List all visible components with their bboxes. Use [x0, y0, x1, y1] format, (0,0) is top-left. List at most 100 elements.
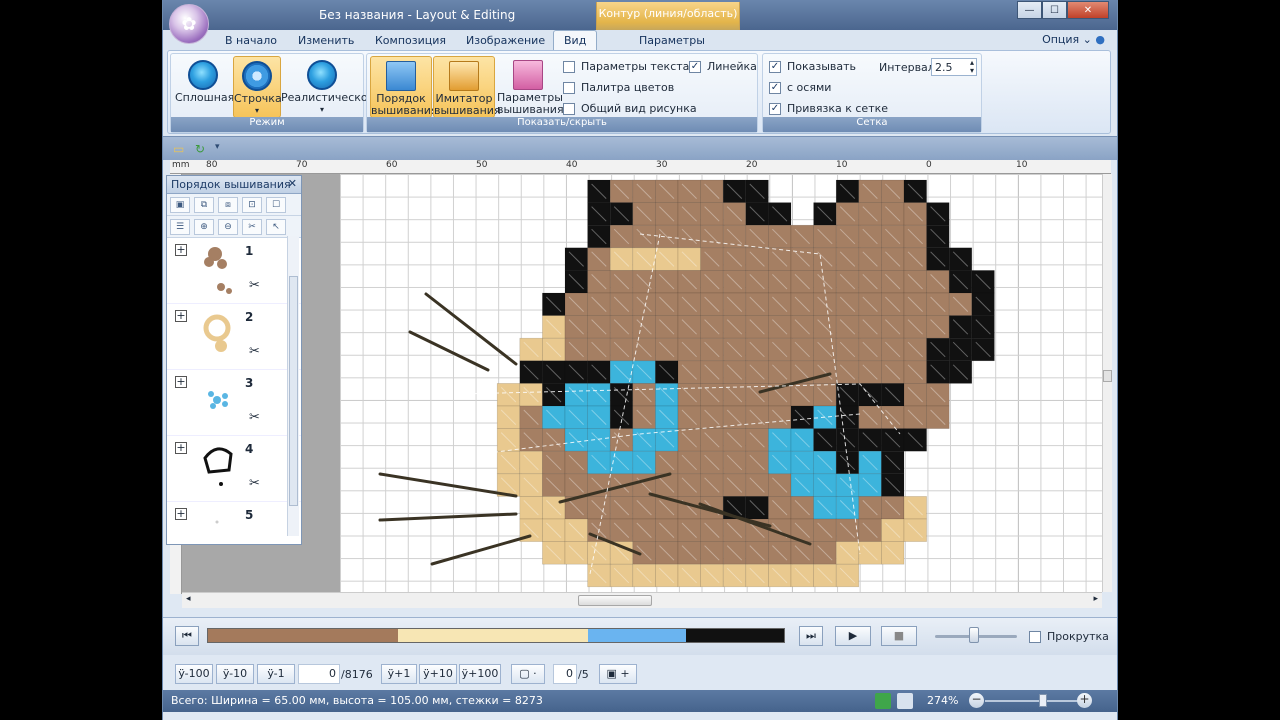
ruler-checkbox[interactable]: ✓ Линейка [689, 60, 757, 73]
snap-to-grid-checkbox[interactable]: ✓ Привязка к сетке [769, 102, 888, 115]
ruler-label: 60 [386, 160, 398, 170]
vertical-scroll-thumb[interactable] [1103, 370, 1112, 382]
app-menu-button[interactable]: ✿ [169, 4, 209, 44]
next-object-button[interactable]: ▣ + [599, 664, 637, 684]
close-icon[interactable]: ✕ [288, 177, 297, 190]
stitch-params-button[interactable]: Параметры вышивания [497, 56, 564, 118]
list-item[interactable]: + 1 ✂ [167, 238, 301, 304]
expand-icon[interactable]: + [175, 244, 187, 256]
maximize-button[interactable]: ☐ [1042, 1, 1067, 19]
close-button[interactable]: ✕ [1067, 1, 1109, 19]
tab-edit[interactable]: Изменить [298, 34, 354, 47]
grid-area[interactable] [340, 174, 1102, 592]
list-item[interactable]: + 2 ✂ [167, 304, 301, 370]
overview-checkbox[interactable]: Общий вид рисунка [563, 102, 697, 115]
pointer-icon[interactable]: ↖ [266, 218, 286, 235]
dropdown-arrow-icon: ▾ [254, 106, 259, 115]
text-params-checkbox[interactable]: Параметры текста [563, 60, 689, 73]
color-palette-checkbox[interactable]: Палитра цветов [563, 81, 674, 94]
stitch-progress-bar[interactable] [207, 628, 785, 643]
options-menu[interactable]: Опция ⌄ ● [1042, 33, 1105, 46]
interval-value: 2.5 [935, 61, 953, 74]
prev-object-button[interactable]: ▢ · [511, 664, 545, 684]
stitch-index-field[interactable]: 0 [298, 664, 340, 684]
grid-show-checkbox[interactable]: ✓ Показывать [769, 60, 856, 73]
group-grid: ✓ Показывать ✓ с осями ✓ Привязка к сетке И… [762, 53, 982, 133]
object-index-field[interactable]: 0 [553, 664, 577, 684]
scroll-left-icon[interactable]: ◂ [186, 594, 191, 604]
grid-show-label: Показывать [787, 60, 857, 73]
forward-100-button[interactable]: ÿ+100 [459, 664, 501, 684]
tab-image[interactable]: Изображение [466, 34, 545, 47]
design-canvas[interactable] [182, 174, 1102, 592]
stop-icon[interactable]: ■ [881, 626, 917, 646]
tab-composition[interactable]: Композиция [375, 34, 446, 47]
vertical-scrollbar[interactable] [1102, 174, 1112, 592]
grid-axes-checkbox[interactable]: ✓ с осями [769, 81, 831, 94]
interval-spinner[interactable]: 2.5 ▴ ▾ [931, 58, 977, 76]
split-icon[interactable]: ⊖ [218, 218, 238, 235]
customize-toolbar-icon[interactable]: ▾ [215, 142, 220, 152]
back-100-button[interactable]: ÿ-100 [175, 664, 213, 684]
minimize-button[interactable]: — [1017, 1, 1042, 19]
ungroup-icon[interactable]: ⧈ [218, 196, 238, 213]
panel-toolbar-1: ▣ ⧉ ⧈ ⊡ ☐ [167, 194, 301, 216]
forward-10-label: +10 [429, 667, 453, 680]
context-tab-title[interactable]: Контур (линия/область) [596, 7, 740, 20]
back-10-button[interactable]: ÿ-10 [216, 664, 254, 684]
scroll-right-icon[interactable]: ▸ [1093, 594, 1098, 604]
tab-home[interactable]: В начало [225, 34, 277, 47]
scissors-icon[interactable]: ✂ [242, 218, 262, 235]
checkmark-icon: ✓ [769, 81, 781, 94]
list-item[interactable]: + 5 [167, 502, 301, 524]
order-icon[interactable]: ☰ [170, 218, 190, 235]
go-end-icon[interactable]: ⏭ [799, 626, 823, 646]
zoom-slider-track[interactable] [985, 700, 1081, 702]
mode-realistic-button[interactable]: Реалистическое ▾ [281, 56, 374, 118]
open-folder-icon[interactable]: ▭ [173, 142, 184, 156]
flower-icon: ✿ [181, 13, 197, 35]
scissors-icon: ✂ [249, 344, 260, 359]
speed-slider-knob[interactable] [969, 627, 979, 643]
green-status-icon[interactable] [875, 693, 891, 709]
back-1-button[interactable]: ÿ-1 [257, 664, 295, 684]
panel-scrollbar[interactable] [287, 236, 299, 536]
list-item[interactable]: + 3 ✂ [167, 370, 301, 436]
zoom-in-icon[interactable]: + [1077, 693, 1092, 708]
zoom-out-icon[interactable]: − [969, 693, 984, 708]
list-item[interactable]: + 4 ✂ [167, 436, 301, 502]
stitch-order-button[interactable]: Порядок вышивания [370, 56, 438, 118]
scroll-checkbox[interactable]: Прокрутка [1029, 630, 1109, 643]
expand-icon[interactable]: + [175, 376, 187, 388]
cat-embroidery[interactable] [340, 174, 1102, 592]
checkmark-icon: ✓ [769, 102, 781, 115]
stitch-simulator-button[interactable]: Имитатор вышивания [433, 56, 501, 118]
forward-1-button[interactable]: ÿ+1 [381, 664, 417, 684]
overview-label: Общий вид рисунка [581, 102, 697, 115]
play-icon[interactable]: ▶ [835, 626, 871, 646]
horizontal-scrollbar[interactable]: ◂ ▸ [182, 592, 1102, 608]
forward-10-button[interactable]: ÿ+10 [419, 664, 457, 684]
group-icon[interactable]: ⧉ [194, 196, 214, 213]
mode-solid-button[interactable]: Сплошная [175, 56, 234, 118]
go-start-icon[interactable]: ⏮ [175, 626, 199, 646]
tab-parameters[interactable]: Параметры [639, 34, 705, 47]
zoom-slider-knob[interactable] [1039, 694, 1047, 707]
stitch-params-icon [513, 60, 543, 90]
horizontal-scroll-thumb[interactable] [578, 595, 652, 606]
merge-icon[interactable]: ⊕ [194, 218, 214, 235]
mode-stitch-button[interactable]: Строчка ▾ [233, 56, 282, 118]
panel-scroll-thumb[interactable] [289, 276, 298, 506]
lock-icon[interactable]: ⊡ [242, 196, 262, 213]
page-icon[interactable] [897, 693, 913, 709]
expand-icon[interactable]: + [175, 442, 187, 454]
fit-icon[interactable]: ▣ [170, 196, 190, 213]
ruler-label: Линейка [707, 60, 757, 73]
ribbon-tabs: В начало Изменить Композиция Изображение… [163, 30, 1117, 52]
redo-icon[interactable]: ↻ [195, 142, 205, 156]
spinner-arrows-icon[interactable]: ▴ ▾ [970, 59, 974, 75]
delete-icon[interactable]: ☐ [266, 196, 286, 213]
expand-icon[interactable]: + [175, 310, 187, 322]
tab-view[interactable]: Вид [553, 30, 598, 52]
expand-icon[interactable]: + [175, 508, 187, 520]
